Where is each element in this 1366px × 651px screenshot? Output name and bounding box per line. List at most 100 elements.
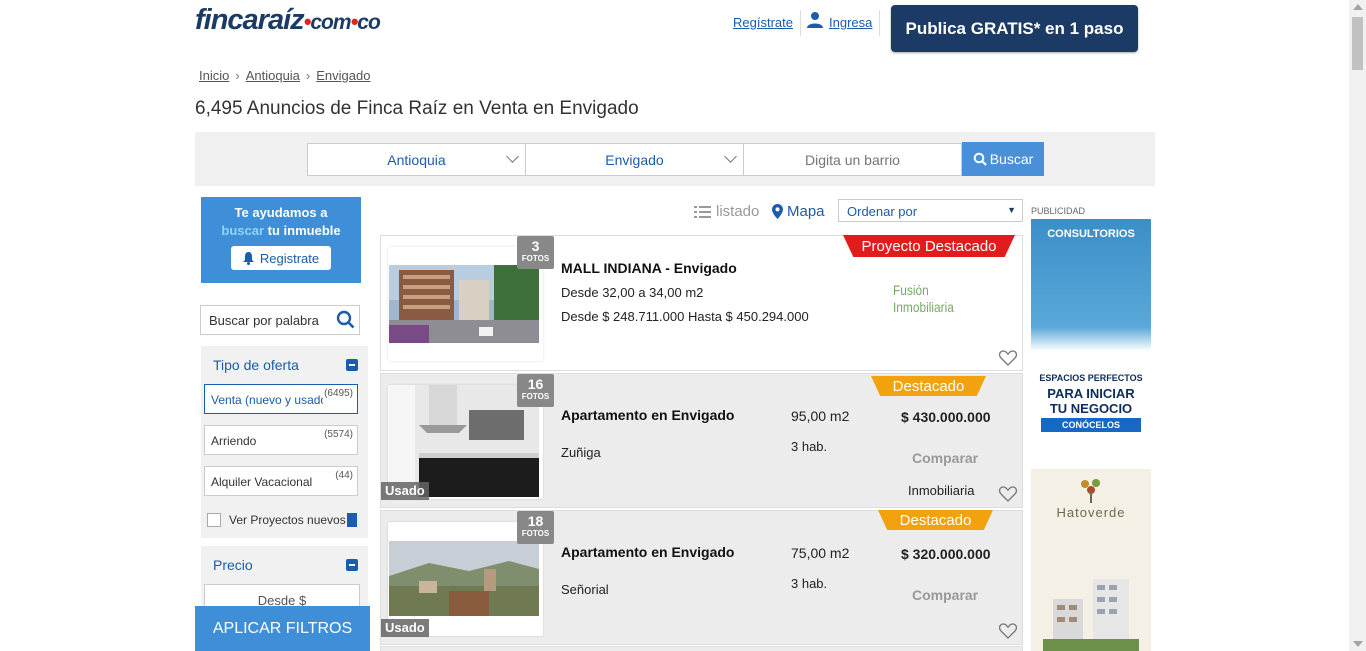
heart-icon[interactable] [999, 623, 1017, 639]
logo-text: fincaraíz [195, 4, 305, 36]
listing-card-next [380, 646, 1023, 651]
scroll-up-arrow[interactable] [1353, 4, 1363, 10]
offer-option-count: (6495) [324, 388, 353, 399]
listing-price: $ 430.000.000 [901, 409, 991, 425]
help-box: Te ayudamos a buscar tu inmueble [201, 197, 361, 283]
offer-type-title[interactable]: Tipo de oferta [213, 357, 299, 373]
ad-cta-button[interactable]: CONÓCELOS [1041, 418, 1141, 432]
sort-select[interactable]: Ordenar por ▼ [838, 199, 1023, 222]
collapse-icon[interactable] [346, 359, 358, 371]
offer-option-label: Venta (nuevo y usado) [211, 393, 323, 407]
chevron-down-icon [506, 150, 519, 163]
collapse-icon[interactable] [346, 559, 358, 571]
breadcrumb-inicio[interactable]: Inicio [199, 68, 229, 83]
ad-title: CONSULTORIOS [1047, 228, 1135, 240]
listing-price: $ 320.000.000 [901, 546, 991, 562]
logo-com: com [310, 11, 351, 34]
projects-checkbox[interactable] [207, 513, 221, 527]
listing-photo[interactable] [389, 265, 539, 343]
listing-title[interactable]: MALL INDIANA - Envigado [561, 260, 737, 276]
listing-card[interactable]: 3 FOTOS Proyecto Destacado MALL INDIANA … [380, 235, 1023, 371]
offer-option-label: Arriendo [211, 434, 257, 448]
agency-logo[interactable]: Fusión Inmobiliaria [893, 282, 961, 316]
listing-area: 95,00 m2 [791, 408, 850, 424]
offer-option-count: (44) [335, 470, 353, 481]
header-divider-2 [879, 10, 880, 36]
ad-subtitle: ESPACIOS PERFECTOS [1039, 373, 1143, 383]
help-line-1: Te ayudamos a [234, 205, 328, 220]
search-icon[interactable] [336, 310, 355, 329]
offer-option-count: (5574) [324, 429, 353, 440]
listing-title[interactable]: Apartamento en Envigado [561, 407, 734, 423]
caret-down-icon: ▼ [1007, 205, 1016, 215]
photo-count-badge: 18 FOTOS [517, 511, 554, 544]
register-link[interactable]: Regístrate [733, 15, 793, 30]
breadcrumb-antioquia[interactable]: Antioquia [246, 68, 300, 83]
photo-count-badge: 16 FOTOS [517, 374, 554, 407]
list-view-toggle[interactable]: listado [694, 203, 759, 220]
apply-filters-button[interactable]: APLICAR FILTROS [195, 606, 370, 651]
offer-option-vacacional[interactable]: Alquiler Vacacional (44) [204, 466, 358, 496]
compare-button[interactable]: Comparar [912, 450, 978, 466]
ad-banner-consultorios[interactable]: CONSULTORIOS ESPACIOS PERFECTOS PARA INI… [1031, 219, 1151, 459]
ad-title: Hatoverde [1056, 505, 1126, 520]
compare-button[interactable]: Comparar [912, 587, 978, 603]
search-icon [973, 152, 987, 166]
featured-project-badge: Proyecto Destacado [843, 235, 1015, 257]
condition-badge: Usado [381, 482, 429, 500]
listing-area-range: Desde 32,00 a 34,00 m2 [561, 285, 704, 300]
site-logo[interactable]: fincaraíz•com•co [195, 4, 381, 37]
offer-option-venta[interactable]: Venta (nuevo y usado) (6495) [204, 384, 358, 414]
city-value: Envigado [605, 151, 664, 168]
map-view-label: Mapa [787, 203, 825, 220]
help-line-2: buscar tu inmueble [201, 222, 361, 240]
price-title[interactable]: Precio [213, 557, 253, 573]
listing-title[interactable]: Apartamento en Envigado [561, 544, 734, 560]
breadcrumb-envigado[interactable]: Envigado [316, 68, 370, 83]
department-select[interactable]: Antioquia [307, 143, 526, 176]
chevron-down-icon [724, 150, 737, 163]
ad-headline-1: PARA INICIAR [1047, 386, 1135, 401]
scrollbar[interactable] [1349, 0, 1366, 651]
neighborhood-input[interactable] [743, 143, 962, 176]
heart-icon[interactable] [999, 350, 1017, 366]
photo-count-badge: 3 FOTOS [517, 236, 554, 269]
register-button-label: Registrate [259, 250, 320, 266]
offer-option-arriendo[interactable]: Arriendo (5574) [204, 425, 358, 455]
featured-badge: Destacado [871, 376, 986, 396]
photo-count: 16 [527, 376, 544, 392]
listing-photo[interactable] [389, 541, 539, 616]
scroll-down-arrow[interactable] [1353, 641, 1363, 647]
listing-rooms: 3 hab. [791, 576, 828, 591]
photo-count: 18 [527, 513, 544, 529]
sort-label: Ordenar por [847, 204, 918, 219]
photo-count-label: FOTOS [521, 254, 550, 263]
featured-badge: Destacado [878, 510, 993, 530]
scrollbar-thumb[interactable] [1352, 17, 1363, 70]
register-button[interactable]: Registrate [231, 246, 331, 270]
listing-neighborhood: Zuñiga [561, 445, 601, 460]
listing-card[interactable]: 18 FOTOS Usado Destacado Apartamento en … [380, 510, 1023, 645]
help-highlight: buscar [221, 223, 265, 238]
photo-count: 3 [531, 238, 540, 254]
ads-label: PUBLICIDAD [1031, 206, 1086, 216]
department-value: Antioquia [387, 151, 446, 168]
ad-headline-2: TU NEGOCIO [1049, 401, 1133, 416]
listing-neighborhood: Señorial [561, 582, 609, 597]
map-pin-icon [772, 204, 783, 219]
projects-label[interactable]: Ver Proyectos nuevos [229, 513, 346, 527]
condition-badge: Usado [381, 619, 429, 637]
login-link[interactable]: Ingresa [829, 15, 872, 30]
listing-card[interactable]: 16 FOTOS Usado Destacado Apartamento en … [380, 373, 1023, 508]
list-view-label: listado [716, 203, 760, 220]
map-view-toggle[interactable]: Mapa [772, 203, 825, 220]
page-title: 6,495 Anuncios de Finca Raíz en Venta en… [195, 98, 639, 119]
breadcrumb-sep: › [235, 68, 240, 83]
publish-button[interactable]: Publica GRATIS* en 1 paso [891, 5, 1138, 52]
header-divider [800, 10, 801, 36]
city-select[interactable]: Envigado [525, 143, 744, 176]
ad-banner-hatoverde[interactable]: Hatoverde [1031, 469, 1151, 651]
search-button[interactable]: Buscar [962, 142, 1044, 176]
heart-icon[interactable] [999, 486, 1017, 502]
help-line-2-text: tu inmueble [267, 223, 341, 238]
